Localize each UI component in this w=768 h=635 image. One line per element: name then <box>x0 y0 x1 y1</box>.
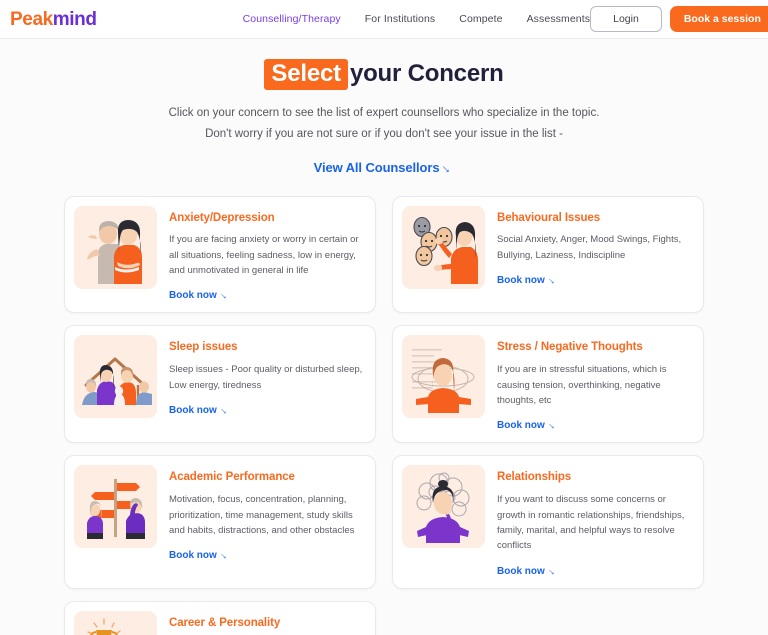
woman-with-trophy-illustration <box>74 610 157 635</box>
concern-card-career-personality[interactable]: Career & Personality Career guidance, se… <box>64 600 376 635</box>
nav-actions: Login Book a session <box>590 5 768 33</box>
arrow-up-right-icon: → <box>544 563 560 579</box>
book-now-label: Book now <box>497 420 545 432</box>
card-title: Stress / Negative Thoughts <box>497 341 643 354</box>
concern-card-anxiety-depression[interactable]: Anxiety/Depression If you are facing anx… <box>64 195 376 314</box>
two-women-hug-illustration <box>74 205 157 289</box>
stressed-woman-illustration <box>402 335 485 419</box>
top-navbar: Peakmind Counselling/Therapy For Institu… <box>0 0 768 39</box>
card-body: Career & Personality Career guidance, se… <box>169 611 366 635</box>
book-now-link[interactable]: Book now→ <box>497 418 560 434</box>
book-now-link[interactable]: Book now→ <box>169 548 232 564</box>
signpost-choices-illustration <box>74 465 157 549</box>
nav-item-assessments[interactable]: Assessments <box>527 13 591 25</box>
hero-subtitle-line-1: Click on your concern to see the list of… <box>168 107 600 119</box>
card-description: Motivation, focus, concentration, planni… <box>169 494 355 536</box>
arrow-up-right-icon: → <box>216 403 232 418</box>
nav-item-for-institutions[interactable]: For Institutions <box>365 13 435 25</box>
nav-item-counselling-therapy[interactable]: Counselling/Therapy <box>243 13 341 25</box>
card-body: Behavioural Issues Social Anxiety, Anger… <box>497 206 694 289</box>
card-description: If you are in stressful situations, whic… <box>497 364 667 406</box>
book-now-link[interactable]: Book now→ <box>497 563 560 579</box>
logo-mind-text: mind <box>52 8 97 30</box>
primary-nav: Counselling/Therapy For Institutions Com… <box>243 13 591 25</box>
nav-item-compete[interactable]: Compete <box>459 13 502 25</box>
card-body: Sleep issues Sleep issues - Poor quality… <box>169 335 366 418</box>
view-all-counsellors-wrap: View All Counsellors→ <box>0 157 768 177</box>
card-title: Career & Personality <box>169 616 281 629</box>
hero-section: Select your Concern Click on your concern… <box>0 59 768 177</box>
book-now-link[interactable]: Book now→ <box>169 403 232 418</box>
card-title: Academic Performance <box>169 471 295 484</box>
peakmind-logo[interactable]: Peakmind <box>10 10 97 29</box>
view-all-counsellors-link[interactable]: View All Counsellors→ <box>313 157 458 177</box>
card-body: Relationships If you want to discuss som… <box>497 465 694 578</box>
hero-subtitle-line-2: Don't worry if you are not sure or if yo… <box>205 128 563 141</box>
card-description: If you want to discuss some concerns or … <box>497 494 685 552</box>
book-now-link[interactable]: Book now→ <box>497 273 560 289</box>
card-title: Behavioural Issues <box>497 211 601 224</box>
book-now-label: Book now <box>169 290 217 302</box>
card-title: Relationships <box>497 471 572 484</box>
page-title: Select your Concern <box>0 59 768 90</box>
concern-card-grid: Anxiety/Depression If you are facing anx… <box>64 195 704 635</box>
family-under-house-illustration <box>74 335 157 419</box>
concern-card-academic-performance[interactable]: Academic Performance Motivation, focus, … <box>64 455 376 589</box>
arrow-up-right-icon: → <box>438 157 458 177</box>
concern-card-relationships[interactable]: Relationships If you want to discuss som… <box>392 455 704 589</box>
page-title-highlight: Select <box>264 59 348 90</box>
login-button[interactable]: Login <box>590 5 662 33</box>
card-body: Anxiety/Depression If you are facing anx… <box>169 206 366 304</box>
concern-card-sleep-issues[interactable]: Sleep issues Sleep issues - Poor quality… <box>64 325 376 444</box>
card-description: Sleep issues - Poor quality or disturbed… <box>169 364 363 391</box>
concern-card-stress-negative-thoughts[interactable]: Stress / Negative Thoughts If you are in… <box>392 325 704 444</box>
book-now-link[interactable]: Book now→ <box>169 288 232 304</box>
card-body: Stress / Negative Thoughts If you are in… <box>497 335 694 433</box>
card-description: Social Anxiety, Anger, Mood Swings, Figh… <box>497 234 682 261</box>
concern-card-behavioural-issues[interactable]: Behavioural Issues Social Anxiety, Anger… <box>392 195 704 314</box>
book-now-label: Book now <box>497 275 545 287</box>
book-now-label: Book now <box>169 550 217 562</box>
book-a-session-button[interactable]: Book a session <box>669 5 768 33</box>
card-title: Anxiety/Depression <box>169 211 275 224</box>
card-body: Academic Performance Motivation, focus, … <box>169 465 366 563</box>
page-content: Select your Concern Click on your concern… <box>0 39 768 635</box>
page-title-rest: your Concern <box>349 60 504 87</box>
view-all-counsellors-label: View All Counsellors <box>313 159 440 175</box>
card-title: Sleep issues <box>169 341 238 354</box>
thinking-woman-illustration <box>402 465 485 549</box>
arrow-up-right-icon: → <box>544 273 560 289</box>
arrow-up-right-icon: → <box>216 288 232 304</box>
book-now-label: Book now <box>169 405 217 416</box>
arrow-up-right-icon: → <box>216 548 232 564</box>
card-description: If you are facing anxiety or worry in ce… <box>169 234 359 277</box>
book-now-label: Book now <box>497 565 545 577</box>
woman-with-masks-illustration <box>402 205 485 289</box>
logo-peak-text: Peak <box>10 8 53 30</box>
arrow-up-right-icon: → <box>544 418 560 434</box>
